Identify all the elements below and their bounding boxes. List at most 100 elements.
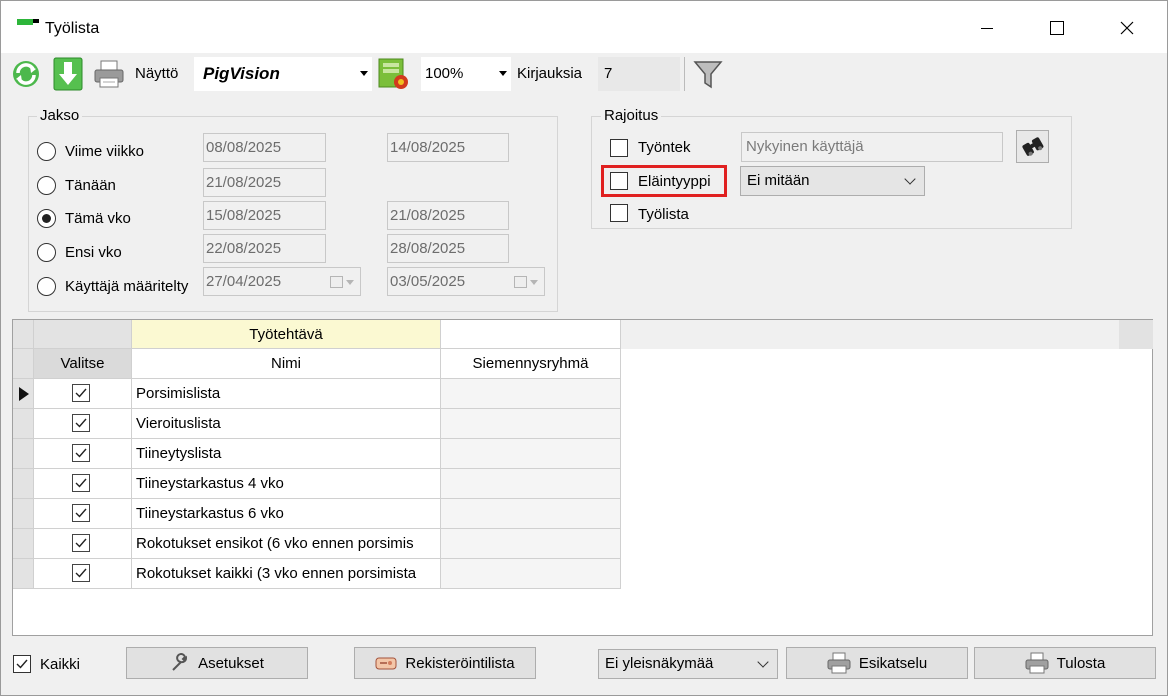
worklist-label: Työlista (638, 206, 689, 223)
radio-last-week-label: Viime viikko (65, 143, 144, 160)
row-header[interactable] (13, 559, 34, 589)
this-week-from: 15/08/2025 (203, 201, 326, 230)
calendar-icon (330, 276, 343, 288)
row-select-checkbox[interactable] (72, 414, 90, 432)
row-header[interactable] (13, 529, 34, 559)
radio-this-week[interactable] (37, 209, 56, 228)
records-label: Kirjauksia (517, 65, 583, 82)
column-header-group[interactable]: Siemennysryhmä (441, 349, 621, 379)
custom-to-datepicker[interactable]: 03/05/2025 (387, 267, 545, 296)
preview-button[interactable]: Esikatselu (786, 647, 968, 679)
row-select-checkbox[interactable] (72, 534, 90, 552)
select-all-checkbox[interactable] (13, 655, 31, 673)
grid-header-rowhdr (13, 349, 34, 379)
radio-today-label: Tänään (65, 177, 116, 194)
insemination-group-cell (441, 499, 621, 529)
grid-group-header-blank (441, 320, 621, 349)
close-button[interactable] (1104, 11, 1150, 45)
window-title: Työlista (45, 20, 100, 37)
settings-button[interactable]: Asetukset (126, 647, 308, 679)
settings-button-label: Asetukset (198, 654, 264, 672)
row-header[interactable] (13, 499, 34, 529)
today-date: 21/08/2025 (203, 168, 326, 197)
radio-today[interactable] (37, 176, 56, 195)
zoom-select[interactable]: 100% (421, 57, 511, 91)
refresh-button[interactable] (9, 58, 43, 94)
checkmark-icon (75, 568, 87, 578)
row-select-checkbox[interactable] (72, 444, 90, 462)
view-select[interactable]: Ei yleisnäkymää (598, 649, 778, 679)
row-select-cell[interactable] (34, 439, 132, 469)
radio-custom[interactable] (37, 277, 56, 296)
row-select-cell[interactable] (34, 559, 132, 589)
insemination-group-cell (441, 379, 621, 409)
row-select-checkbox[interactable] (72, 384, 90, 402)
checkmark-icon (75, 538, 87, 548)
this-week-to: 21/08/2025 (387, 201, 509, 230)
title-bar: Työlista (1, 1, 1167, 53)
next-week-from: 22/08/2025 (203, 234, 326, 263)
task-name-cell: Vieroituslista (132, 409, 441, 439)
worklist-checkbox[interactable] (610, 204, 628, 222)
insemination-group-cell (441, 409, 621, 439)
row-select-checkbox[interactable] (72, 564, 90, 582)
minimize-button[interactable] (964, 11, 1010, 45)
row-select-checkbox[interactable] (72, 474, 90, 492)
display-select[interactable]: PigVision (194, 57, 372, 91)
column-header-name[interactable]: Nimi (132, 349, 441, 379)
maximize-button[interactable] (1034, 11, 1080, 45)
settings-report-button[interactable] (377, 57, 411, 95)
row-select-cell[interactable] (34, 469, 132, 499)
next-week-to: 28/08/2025 (387, 234, 509, 263)
print-button-label: Tulosta (1056, 654, 1106, 672)
filter-button[interactable] (693, 59, 723, 95)
download-button[interactable] (53, 57, 83, 95)
chevron-down-icon (757, 656, 769, 668)
printer-icon (94, 60, 124, 88)
register-list-button[interactable]: Rekisteröintilista (354, 647, 536, 679)
employee-field[interactable]: Nykyinen käyttäjä (741, 132, 1003, 162)
preview-button-label: Esikatselu (858, 654, 928, 672)
radio-next-week[interactable] (37, 243, 56, 262)
row-select-cell[interactable] (34, 529, 132, 559)
worklist-window: Työlista Näyttö PigVision 100% Kirjauksi… (0, 0, 1168, 696)
print-button[interactable]: Tulosta (974, 647, 1156, 679)
radio-last-week[interactable] (37, 142, 56, 161)
radio-next-week-label: Ensi vko (65, 244, 122, 261)
row-select-checkbox[interactable] (72, 504, 90, 522)
custom-from-datepicker[interactable]: 27/04/2025 (203, 267, 361, 296)
employee-checkbox[interactable] (610, 139, 628, 157)
checkmark-icon (75, 388, 87, 398)
row-select-cell[interactable] (34, 409, 132, 439)
print-toolbar-button[interactable] (93, 59, 125, 93)
row-header[interactable] (13, 439, 34, 469)
insemination-group-cell (441, 559, 621, 589)
dropdown-arrow-icon (346, 279, 354, 285)
custom-from-value: 27/04/2025 (206, 273, 282, 290)
pointing-hand-icon (375, 657, 397, 670)
dropdown-arrow-icon (530, 279, 538, 285)
row-select-cell[interactable] (34, 499, 132, 529)
binoculars-icon (1022, 137, 1044, 156)
find-employee-button[interactable] (1016, 130, 1049, 163)
checkmark-icon (75, 418, 87, 428)
grid-corner (1119, 320, 1153, 349)
view-select-value: Ei yleisnäkymää (605, 655, 714, 672)
checkmark-icon (75, 478, 87, 488)
display-label: Näyttö (135, 65, 179, 82)
column-header-select[interactable]: Valitse (34, 349, 132, 379)
grid-group-blank (34, 320, 132, 349)
row-select-cell[interactable] (34, 379, 132, 409)
restriction-group-title: Rajoitus (601, 107, 662, 124)
row-header[interactable] (13, 379, 34, 409)
close-icon (1120, 21, 1134, 35)
checkmark-icon (75, 508, 87, 518)
animal-type-select[interactable]: Ei mitään (740, 166, 925, 196)
row-header[interactable] (13, 409, 34, 439)
row-header[interactable] (13, 469, 34, 499)
grid-header-filler (620, 320, 1153, 349)
checkmark-icon (75, 448, 87, 458)
printer-icon (1025, 652, 1049, 674)
dropdown-arrow-icon (360, 71, 368, 76)
register-list-button-label: Rekisteröintilista (405, 654, 515, 672)
